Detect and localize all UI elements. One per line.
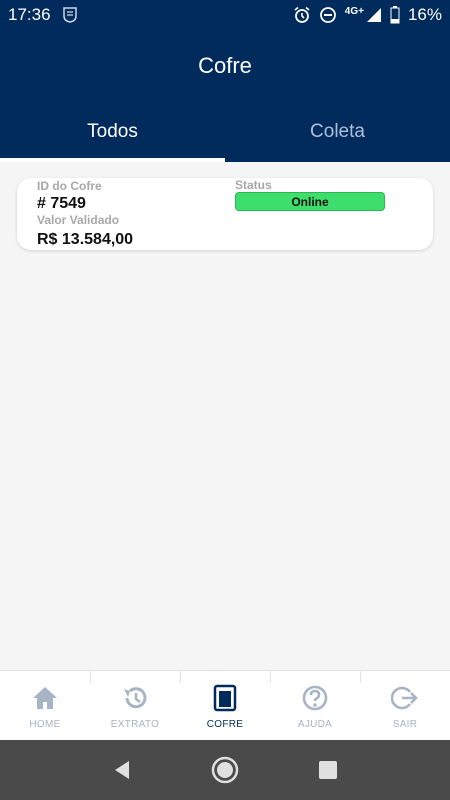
- nav-label-ajuda: AJUDA: [297, 719, 333, 730]
- history-icon: [120, 683, 150, 713]
- status-badge: Online: [235, 192, 385, 211]
- validated-value-label: Valor Validado: [37, 213, 120, 227]
- tab-todos[interactable]: Todos: [0, 102, 225, 162]
- bottom-nav: HOME EXTRATO COFRE AJUDA SAIR: [0, 670, 450, 740]
- signal-icon: [366, 7, 382, 23]
- shield-app-icon: [62, 7, 77, 23]
- recents-button[interactable]: [308, 750, 348, 790]
- battery-icon: [390, 6, 400, 24]
- nav-label-sair: SAIR: [392, 719, 418, 730]
- status-bar: 17:36 4G+ 16%: [0, 0, 450, 30]
- content-area: ID do Cofre # 7549 Status Online Valor V…: [0, 162, 450, 670]
- status-label: Status: [235, 178, 272, 192]
- safe-id-label: ID do Cofre: [37, 179, 102, 193]
- logout-icon: [390, 683, 420, 713]
- nav-item-home[interactable]: HOME: [0, 671, 90, 740]
- app-bar: Cofre: [0, 30, 450, 102]
- do-not-disturb-icon: [319, 6, 337, 24]
- nav-item-sair[interactable]: SAIR: [360, 671, 450, 740]
- nav-item-ajuda[interactable]: AJUDA: [270, 671, 360, 740]
- battery-level: 16%: [407, 5, 442, 24]
- validated-value: R$ 13.584,00: [37, 231, 134, 248]
- tab-coleta[interactable]: Coleta: [225, 102, 450, 162]
- nav-label-extrato: EXTRATO: [110, 719, 160, 730]
- nav-item-cofre[interactable]: COFRE: [180, 671, 270, 740]
- page-title: Cofre: [198, 53, 252, 78]
- nav-label-home: HOME: [29, 719, 61, 730]
- safe-id-value: # 7549: [37, 195, 86, 212]
- network-label: 4G+: [344, 5, 364, 17]
- alarm-icon: [293, 6, 311, 24]
- help-icon: [300, 683, 330, 713]
- back-icon: [114, 761, 129, 779]
- system-nav-bar: [0, 740, 450, 800]
- safe-icon: [210, 683, 240, 713]
- nav-label-cofre: COFRE: [206, 719, 244, 730]
- status-time: 17:36: [8, 5, 51, 24]
- nav-item-extrato[interactable]: EXTRATO: [90, 671, 180, 740]
- square-recents-icon: [319, 761, 338, 779]
- circle-home-icon: [211, 756, 239, 784]
- tab-bar: Todos Coleta: [0, 102, 450, 162]
- safe-card[interactable]: ID do Cofre # 7549 Status Online Valor V…: [17, 178, 433, 250]
- back-button[interactable]: [102, 750, 142, 790]
- home-icon: [30, 683, 60, 713]
- home-system-button[interactable]: [205, 750, 245, 790]
